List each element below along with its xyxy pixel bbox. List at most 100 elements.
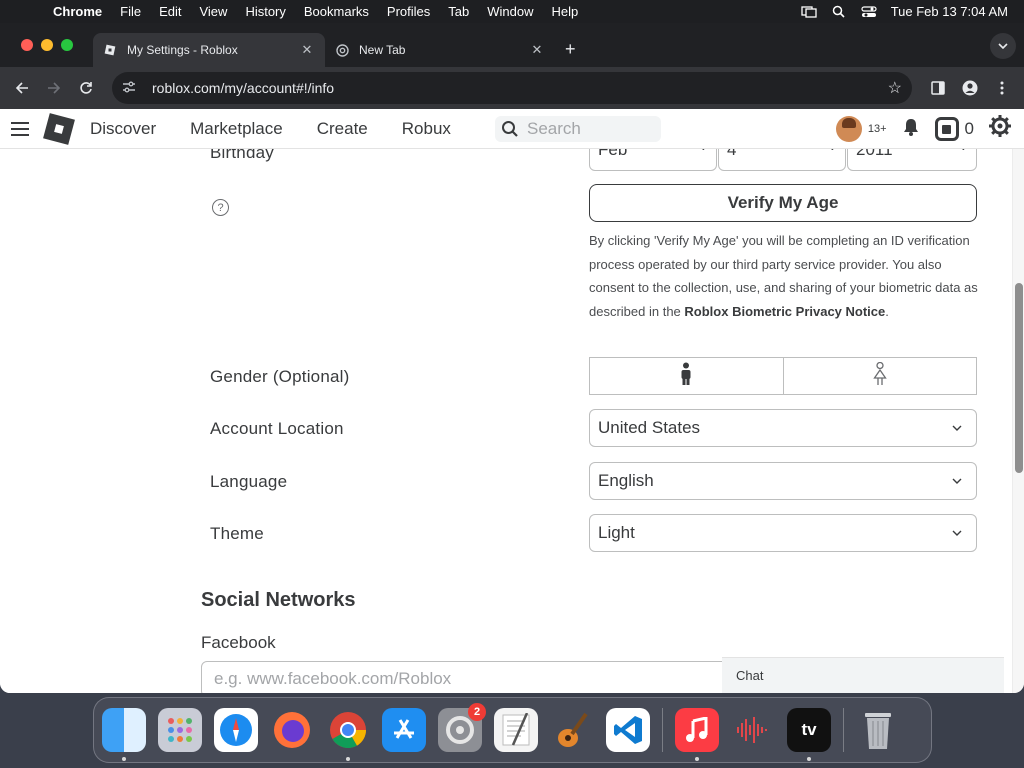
roblox-favicon-icon (103, 43, 117, 57)
chat-bar[interactable]: Chat (722, 657, 1004, 693)
menu-help[interactable]: Help (543, 4, 588, 19)
birthday-year-value: 2011 (856, 149, 893, 159)
menu-tab[interactable]: Tab (439, 4, 478, 19)
tab-new-tab[interactable]: New Tab ✕ (325, 33, 555, 67)
search-input[interactable]: Search (495, 116, 661, 142)
tab-my-settings[interactable]: My Settings - Roblox ✕ (93, 33, 325, 67)
voice-memos-icon[interactable] (731, 708, 775, 752)
dock: 2 tv (93, 697, 932, 763)
scrollbar-thumb[interactable] (1015, 283, 1023, 473)
roblox-logo[interactable] (43, 112, 75, 145)
tab-strip: My Settings - Roblox ✕ New Tab ✕ + (0, 23, 1024, 67)
menu-profiles[interactable]: Profiles (378, 4, 439, 19)
nav-robux[interactable]: Robux (402, 119, 451, 139)
search-placeholder: Search (527, 119, 581, 138)
verify-my-age-button[interactable]: Verify My Age (589, 184, 977, 222)
apple-tv-icon[interactable]: tv (787, 708, 831, 761)
notifications-bell-icon[interactable] (901, 117, 921, 142)
close-tab-icon[interactable]: ✕ (529, 42, 545, 58)
finder-icon[interactable] (102, 708, 146, 761)
nav-marketplace[interactable]: Marketplace (190, 119, 283, 139)
menu-history[interactable]: History (236, 4, 294, 19)
launchpad-icon[interactable] (158, 708, 202, 752)
chrome-favicon-icon (335, 43, 349, 57)
menu-file[interactable]: File (111, 4, 150, 19)
new-tab-button[interactable]: + (555, 39, 586, 60)
birthday-month-select[interactable]: Feb ⌄ (589, 149, 717, 171)
settings-content: Birthday Feb ⌄ 4 ⌄ 2011 ⌄ ? Verify My Ag… (0, 149, 1012, 693)
menu-app-chrome[interactable]: Chrome (44, 4, 111, 19)
account-location-value: United States (598, 418, 701, 437)
settings-gear-icon[interactable] (988, 114, 1012, 144)
roblox-header: Discover Marketplace Create Robux Search… (0, 109, 1024, 149)
help-question-icon[interactable]: ? (212, 199, 229, 216)
menubar-clock[interactable]: Tue Feb 13 7:04 AM (891, 4, 1008, 19)
system-settings-icon[interactable]: 2 (438, 703, 486, 752)
bookmark-star-icon[interactable]: ☆ (888, 78, 902, 98)
tab-title: My Settings - Roblox (127, 43, 238, 57)
account-location-select[interactable]: United States (589, 409, 977, 447)
safari-icon[interactable] (214, 708, 258, 752)
nav-create[interactable]: Create (317, 119, 368, 139)
back-button-icon[interactable] (8, 74, 36, 102)
chrome-window: My Settings - Roblox ✕ New Tab ✕ + roblo… (0, 23, 1024, 693)
chrome-icon[interactable] (326, 708, 370, 761)
chrome-menu-icon[interactable] (988, 74, 1016, 102)
tab-search-chevron-icon[interactable] (990, 33, 1016, 59)
menu-bar: Chrome File Edit View History Bookmarks … (0, 0, 1024, 23)
biometric-privacy-notice-link[interactable]: Roblox Biometric Privacy Notice (684, 304, 885, 319)
zoom-window-button[interactable] (61, 39, 73, 51)
dock-separator (662, 708, 663, 752)
language-label: Language (210, 472, 288, 491)
menu-bookmarks[interactable]: Bookmarks (295, 4, 378, 19)
control-center-icon[interactable] (861, 5, 877, 18)
nav-discover[interactable]: Discover (90, 119, 156, 139)
language-select[interactable]: English (589, 462, 977, 500)
forward-button-icon[interactable] (40, 74, 68, 102)
profile-icon[interactable] (956, 74, 984, 102)
facebook-url-input[interactable]: e.g. www.facebook.com/Roblox (201, 661, 801, 693)
account-location-label: Account Location (210, 419, 344, 438)
minimize-window-button[interactable] (41, 39, 53, 51)
screen-mirroring-icon[interactable] (801, 5, 817, 18)
chevron-down-icon: ⌄ (828, 149, 837, 166)
gender-female-button[interactable] (782, 358, 977, 394)
music-icon[interactable] (675, 708, 719, 761)
firefox-icon[interactable] (270, 708, 314, 752)
address-bar[interactable]: roblox.com/my/account#!/info ☆ (112, 72, 912, 104)
birthday-day-select[interactable]: 4 ⌄ (718, 149, 846, 171)
gender-male-button[interactable] (590, 358, 783, 394)
textedit-icon[interactable] (494, 708, 538, 752)
hamburger-menu-icon[interactable] (0, 121, 40, 136)
birthday-year-select[interactable]: 2011 ⌄ (847, 149, 977, 171)
close-tab-icon[interactable]: ✕ (299, 42, 315, 58)
notification-badge: 2 (468, 703, 486, 721)
tab-title: New Tab (359, 43, 406, 57)
avatar[interactable] (835, 116, 862, 142)
page-scrollbar[interactable] (1012, 149, 1024, 693)
gender-toggle-group (589, 357, 977, 395)
robux-balance[interactable]: 0 (934, 117, 974, 141)
vscode-icon[interactable] (606, 708, 650, 752)
theme-select[interactable]: Light (589, 514, 977, 552)
app-store-icon[interactable] (382, 708, 426, 752)
spotlight-search-icon[interactable] (831, 5, 847, 18)
gender-label: Gender (Optional) (210, 367, 350, 386)
side-panel-icon[interactable] (924, 74, 952, 102)
menu-edit[interactable]: Edit (150, 4, 190, 19)
browser-toolbar: roblox.com/my/account#!/info ☆ (0, 67, 1024, 109)
chevron-down-icon (952, 425, 962, 431)
menu-view[interactable]: View (190, 4, 236, 19)
garageband-icon[interactable] (550, 708, 594, 752)
reload-button-icon[interactable] (72, 74, 100, 102)
social-networks-heading: Social Networks (201, 589, 356, 611)
url-text[interactable]: roblox.com/my/account#!/info (152, 80, 888, 96)
facebook-placeholder: e.g. www.facebook.com/Roblox (214, 669, 452, 688)
menu-window[interactable]: Window (478, 4, 542, 19)
close-window-button[interactable] (21, 39, 33, 51)
trash-icon[interactable] (856, 708, 900, 752)
birthday-label: Birthday (210, 149, 274, 162)
age-badge: 13+ (867, 123, 887, 135)
site-settings-icon[interactable] (122, 81, 146, 96)
window-controls (0, 39, 93, 51)
